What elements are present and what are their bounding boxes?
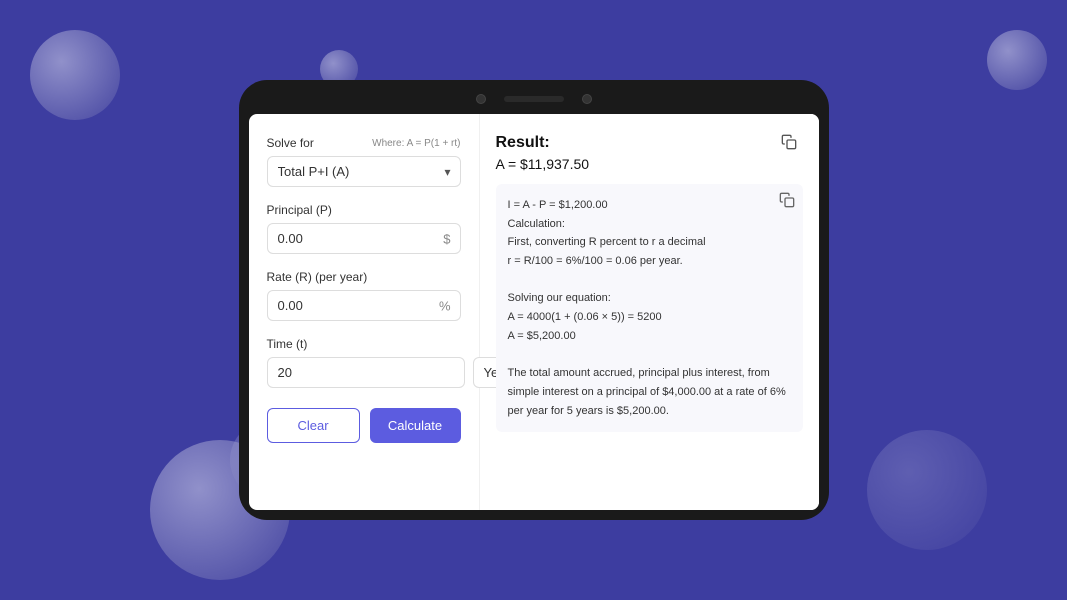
copy-result-button[interactable] (781, 134, 803, 156)
calculator-container: Solve for Where: A = P(1 + rt) Total P+I… (249, 114, 819, 510)
detail-line-4: r = R/100 = 6%/100 = 0.06 per year. (508, 252, 791, 271)
solve-for-group: Solve for Where: A = P(1 + rt) Total P+I… (267, 136, 461, 187)
detail-line-6: Solving our equation: (508, 289, 791, 308)
time-group: Time (t) Years Months Days ▾ (267, 337, 461, 388)
rate-suffix: % (439, 298, 451, 313)
principal-suffix: $ (443, 231, 450, 246)
principal-group: Principal (P) $ (267, 203, 461, 254)
detail-line-7: A = 4000(1 + (0.06 × 5)) = 5200 (508, 308, 791, 327)
result-title: Result: (496, 134, 803, 152)
copy-detail-icon (779, 192, 795, 208)
detail-line-2: Calculation: (508, 215, 791, 234)
sphere-decoration-1 (30, 30, 120, 120)
principal-input-wrapper: $ (267, 223, 461, 254)
solve-for-select[interactable]: Total P+I (A) Principal (P) Rate (R) Tim… (267, 156, 461, 187)
right-panel: Result: A = $11,937.50 (479, 114, 819, 510)
solve-for-label: Solve for (267, 136, 314, 150)
copy-icon (781, 134, 797, 150)
tablet-speaker (504, 96, 564, 102)
detail-box: I = A - P = $1,200.00 Calculation: First… (496, 184, 803, 432)
left-panel: Solve for Where: A = P(1 + rt) Total P+I… (249, 114, 479, 510)
result-value: A = $11,937.50 (496, 156, 803, 172)
rate-input[interactable] (267, 290, 461, 321)
detail-line-1: I = A - P = $1,200.00 (508, 196, 791, 215)
tablet-mic (582, 94, 592, 104)
tablet-top-bar (249, 94, 819, 104)
detail-line-10: The total amount accrued, principal plus… (508, 364, 791, 420)
sphere-decoration-6 (867, 430, 987, 550)
result-section: Result: A = $11,937.50 (496, 134, 803, 172)
rate-group: Rate (R) (per year) % (267, 270, 461, 321)
rate-label: Rate (R) (per year) (267, 270, 461, 284)
formula-hint: Where: A = P(1 + rt) (372, 138, 460, 149)
calculate-button[interactable]: Calculate (370, 408, 461, 443)
tablet-screen: Solve for Where: A = P(1 + rt) Total P+I… (249, 114, 819, 510)
tablet-frame: Solve for Where: A = P(1 + rt) Total P+I… (239, 80, 829, 520)
detail-line-8: A = $5,200.00 (508, 327, 791, 346)
rate-input-wrapper: % (267, 290, 461, 321)
tablet-camera (476, 94, 486, 104)
principal-input[interactable] (267, 223, 461, 254)
sphere-decoration-3 (987, 30, 1047, 90)
button-row: Clear Calculate (267, 408, 461, 443)
time-row: Years Months Days ▾ (267, 357, 461, 388)
principal-label: Principal (P) (267, 203, 461, 217)
detail-line-3: First, converting R percent to r a decim… (508, 233, 791, 252)
time-input[interactable] (267, 357, 465, 388)
clear-button[interactable]: Clear (267, 408, 360, 443)
copy-detail-button[interactable] (779, 192, 795, 215)
time-label: Time (t) (267, 337, 461, 351)
solve-for-select-wrapper: Total P+I (A) Principal (P) Rate (R) Tim… (267, 156, 461, 187)
solve-for-header: Solve for Where: A = P(1 + rt) (267, 136, 461, 150)
